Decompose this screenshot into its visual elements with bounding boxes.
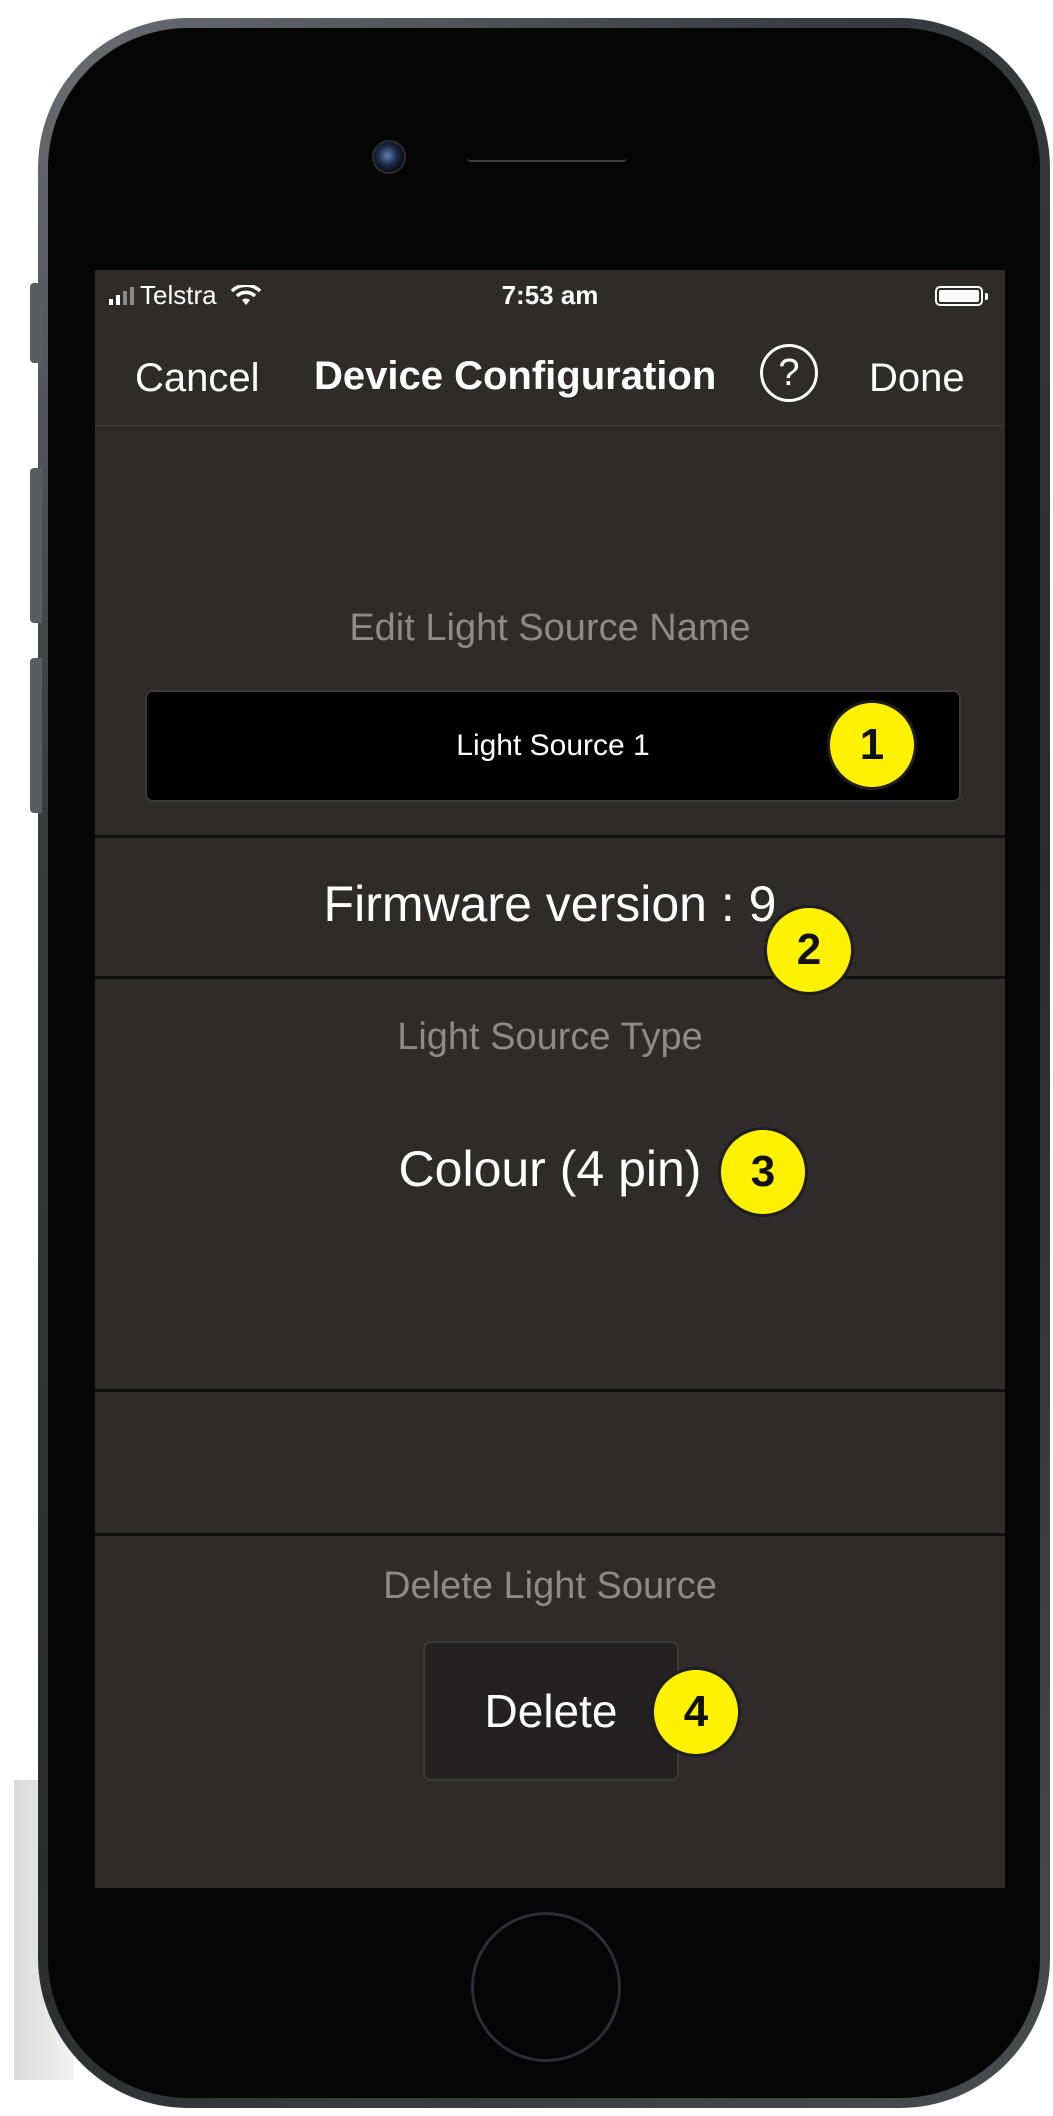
section-divider (95, 835, 1005, 838)
help-button[interactable]: ? (760, 344, 818, 402)
section-divider (95, 1389, 1005, 1392)
light-source-type-value[interactable]: Colour (4 pin) (95, 1140, 1005, 1198)
home-button[interactable] (471, 1912, 621, 2062)
front-camera (372, 140, 406, 174)
volume-up-button (30, 468, 42, 623)
battery-level (939, 290, 979, 302)
annotation-badge-1: 1 (827, 700, 917, 790)
mute-switch (30, 283, 42, 363)
edit-name-label: Edit Light Source Name (349, 607, 751, 649)
earpiece-speaker (467, 154, 627, 162)
section-divider (95, 1533, 1005, 1536)
status-bar: Telstra 7:53 am (95, 270, 1005, 320)
annotation-badge-4: 4 (651, 1667, 741, 1757)
done-button[interactable]: Done (869, 356, 965, 401)
app-screen: Telstra 7:53 am Cancel Device Configurat… (95, 270, 1005, 1888)
delete-button-label: Delete (484, 1685, 618, 1737)
delete-section-label: Delete Light Source (383, 1565, 717, 1607)
delete-button[interactable]: Delete (423, 1641, 679, 1781)
volume-down-button (30, 658, 42, 813)
annotation-badge-3: 3 (718, 1127, 808, 1217)
battery-icon (935, 286, 988, 306)
status-time: 7:53 am (501, 280, 599, 310)
help-icon: ? (778, 351, 800, 394)
firmware-version-text: Firmware version : 9 (323, 876, 777, 932)
annotation-badge-2: 2 (764, 905, 854, 995)
navigation-bar: Cancel Device Configuration ? Done (95, 320, 1005, 426)
light-source-type-label: Light Source Type (397, 1016, 703, 1058)
cancel-button[interactable]: Cancel (135, 356, 260, 401)
page-title: Device Configuration (314, 354, 717, 398)
section-divider (95, 976, 1005, 979)
